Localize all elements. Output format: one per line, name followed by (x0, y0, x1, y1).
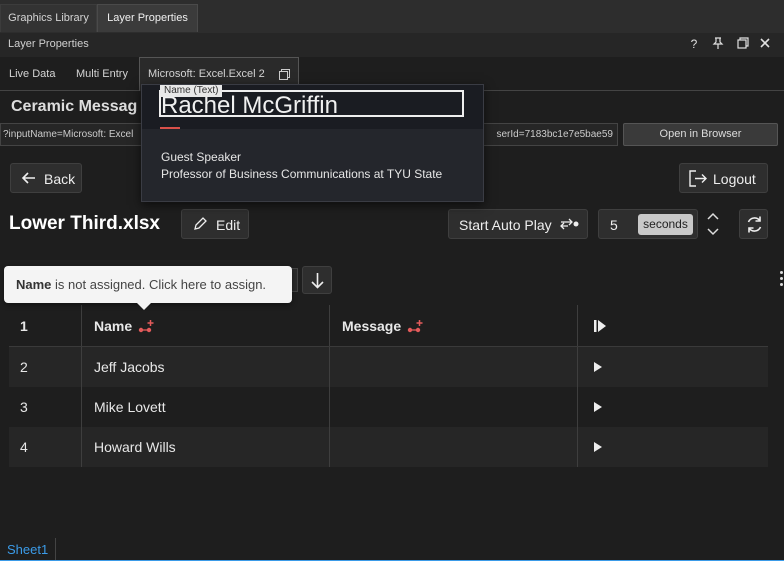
link-field-icon[interactable] (138, 319, 154, 333)
row-number: 4 (20, 439, 28, 455)
data-table: 1 Name Message 2 Jeff Jacobs 3 Mike Love… (9, 305, 768, 467)
name-cell[interactable]: Jeff Jacobs (81, 347, 330, 387)
edit-button-label: Edit (216, 217, 241, 233)
layer-title: Ceramic Messag (11, 98, 138, 115)
chevron-down-icon (707, 228, 719, 236)
logout-button[interactable]: Logout (679, 163, 768, 193)
close-icon[interactable] (757, 36, 773, 52)
file-title: Lower Third.xlsx (9, 213, 160, 234)
url-field-left: ?inputName=Microsoft: Excel (3, 129, 134, 140)
tooltip-field: Name (16, 277, 52, 292)
tab-layer-properties[interactable]: Layer Properties (97, 4, 198, 32)
refresh-button[interactable] (739, 209, 768, 239)
move-down-button[interactable] (302, 266, 332, 294)
table-row[interactable]: 2 Jeff Jacobs (9, 347, 768, 387)
auto-play-icon (560, 218, 579, 230)
pencil-icon (194, 217, 207, 230)
table-row[interactable]: 3 Mike Lovett (9, 387, 768, 427)
header-message-label: Message (342, 317, 402, 334)
row-number: 2 (20, 359, 28, 375)
refresh-icon (747, 216, 762, 233)
link-field-icon[interactable] (407, 319, 423, 333)
pin-icon[interactable] (710, 36, 726, 52)
header-message-cell[interactable]: Message (329, 305, 578, 346)
name-cell[interactable]: Mike Lovett (81, 387, 330, 427)
accent-line (160, 127, 180, 129)
resize-handle[interactable] (780, 271, 783, 288)
name-field-tag: Name (Text) (160, 85, 223, 97)
edit-button[interactable]: Edit (181, 209, 249, 239)
play-cell (577, 347, 768, 387)
seconds-input[interactable]: 5 seconds (598, 209, 698, 239)
start-auto-play-label: Start Auto Play (459, 217, 552, 233)
window-icon[interactable] (279, 69, 290, 80)
logout-icon (689, 170, 707, 187)
preview-line-1: Guest Speaker (161, 150, 242, 164)
start-auto-play-button[interactable]: Start Auto Play (448, 209, 588, 239)
header-name-cell[interactable]: Name (81, 305, 330, 346)
panel-header: Layer Properties ? (0, 33, 784, 57)
tab-live-data[interactable]: Live Data (9, 57, 55, 91)
decrement-button[interactable] (702, 224, 724, 239)
panel-title: Layer Properties (8, 38, 89, 50)
header-name-label: Name (94, 317, 133, 334)
top-tab-bar: Graphics Library Layer Properties (0, 0, 784, 33)
arrow-left-icon (21, 172, 35, 184)
help-icon[interactable]: ? (686, 36, 702, 52)
open-in-browser-button[interactable]: Open in Browser (623, 123, 778, 146)
play-cell (577, 387, 768, 427)
chevron-up-icon (707, 212, 719, 220)
sheet-tab[interactable]: Sheet1 (0, 538, 56, 561)
seconds-unit: seconds (638, 214, 693, 235)
play-icon[interactable] (593, 441, 603, 453)
table-row[interactable]: 4 Howard Wills (9, 427, 768, 467)
unassigned-tooltip[interactable]: Name is not assigned. Click here to assi… (4, 266, 292, 310)
back-button[interactable]: Back (10, 163, 82, 193)
url-field-right: serId=7183bc1e7e5bae59 (496, 129, 614, 140)
tab-multi-entry[interactable]: Multi Entry (76, 57, 128, 91)
arrow-down-icon (311, 273, 324, 289)
tab-graphics-library[interactable]: Graphics Library (0, 4, 97, 32)
increment-button[interactable] (702, 209, 724, 224)
header-row-number: 1 (20, 317, 28, 334)
header-play-cell (577, 305, 768, 346)
graphic-preview: Rachel McGriffin Name (Text) Guest Speak… (141, 84, 484, 202)
message-cell[interactable] (329, 427, 578, 467)
name-cell[interactable]: Howard Wills (81, 427, 330, 467)
seconds-value: 5 (610, 217, 618, 233)
play-cell (577, 427, 768, 467)
play-icon[interactable] (593, 401, 603, 413)
preview-line-2: Professor of Business Communications at … (161, 167, 443, 181)
row-number: 3 (20, 399, 28, 415)
message-cell[interactable] (329, 387, 578, 427)
restore-window-icon[interactable] (735, 36, 751, 52)
logout-button-label: Logout (713, 171, 756, 187)
message-cell[interactable] (329, 347, 578, 387)
play-icon[interactable] (593, 361, 603, 373)
back-button-label: Back (44, 171, 76, 187)
tooltip-caret (137, 303, 151, 310)
play-next-icon[interactable] (593, 319, 607, 333)
table-header-row: 1 Name Message (9, 305, 768, 347)
tab-microsoft-excel-label: Microsoft: Excel.Excel 2 (148, 68, 265, 80)
tooltip-text: is not assigned. Click here to assign. (51, 277, 267, 292)
